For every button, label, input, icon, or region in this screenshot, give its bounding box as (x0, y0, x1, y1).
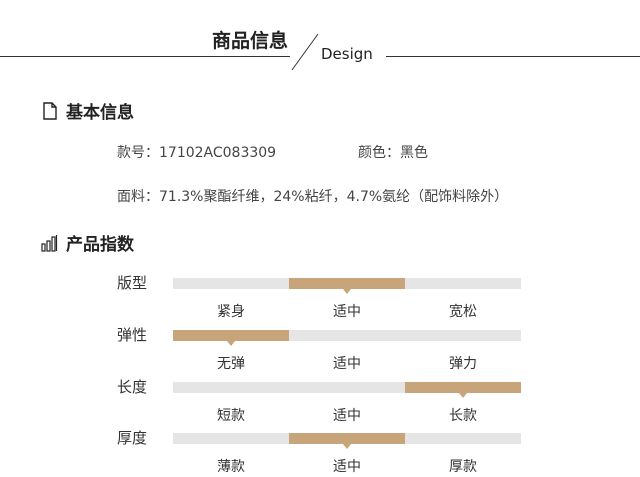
index-option: 厚款 (449, 459, 477, 475)
index-label: 弹性 (117, 326, 148, 344)
index-label: 版型 (117, 274, 148, 292)
header-line-left (0, 56, 290, 57)
page-title: 商品信息 (212, 30, 289, 52)
index-option: 适中 (333, 356, 361, 372)
index-option: 紧身 (217, 304, 245, 320)
color-info: 颜色：黑色 (358, 145, 428, 161)
document-icon (43, 101, 57, 120)
material-info: 面料：71.3%聚酯纤维，24%粘纤，4.7%氨纶（配饰料除外） (117, 189, 509, 205)
indicator-pointer (343, 289, 351, 294)
basic-info-title: 基本信息 (66, 103, 134, 123)
page-subtitle: Design (321, 45, 373, 63)
index-option: 宽松 (449, 304, 477, 320)
index-track (173, 330, 521, 346)
index-option: 适中 (333, 459, 361, 475)
index-indicator (289, 433, 405, 444)
index-label: 厚度 (117, 429, 148, 447)
index-track (173, 382, 521, 398)
index-option: 适中 (333, 304, 361, 320)
index-option: 长款 (449, 408, 477, 424)
indicator-pointer (343, 444, 351, 449)
product-index-heading: 产品指数 (40, 230, 134, 255)
index-indicator (289, 278, 405, 289)
indicator-pointer (227, 341, 235, 346)
index-option: 适中 (333, 408, 361, 424)
index-track (173, 433, 521, 449)
indicator-pointer (459, 393, 467, 398)
index-option: 弹力 (449, 356, 477, 372)
basic-info-heading: 基本信息 (40, 98, 134, 123)
style-number: 款号：17102AC083309 (117, 145, 277, 161)
index-option: 无弹 (217, 356, 245, 372)
header-slash (291, 33, 319, 71)
bar-chart-icon (41, 234, 58, 252)
index-option: 薄款 (217, 459, 245, 475)
index-track (173, 278, 521, 294)
index-indicator (173, 330, 289, 341)
index-label: 长度 (117, 378, 148, 396)
index-indicator (405, 382, 521, 393)
header-line-right (386, 56, 640, 57)
index-option: 短款 (217, 408, 245, 424)
product-index-title: 产品指数 (66, 235, 134, 255)
